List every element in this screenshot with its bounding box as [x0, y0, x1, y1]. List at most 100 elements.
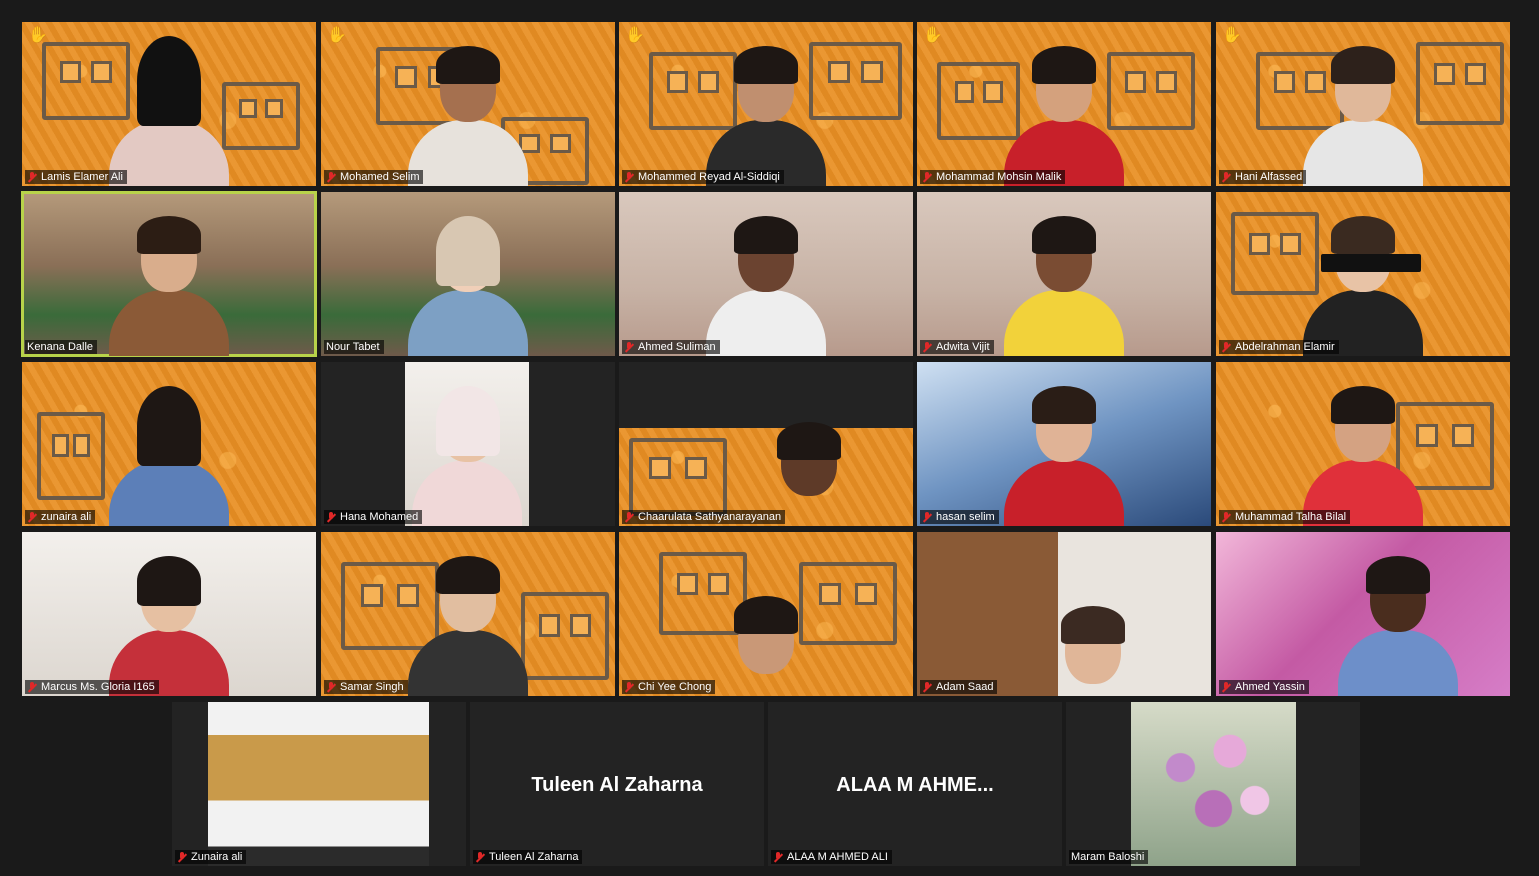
participant-video — [1298, 206, 1428, 356]
video-tile[interactable]: Marcus Ms. Gloria I165 — [22, 532, 316, 696]
participant-video — [1298, 36, 1428, 186]
mic-muted-icon — [922, 681, 932, 693]
video-tile[interactable]: Chaarulata Sathyanarayanan — [619, 362, 913, 526]
video-tile[interactable]: ✋ Mohamed Selim — [321, 22, 615, 186]
participant-video — [405, 362, 529, 526]
video-tile[interactable]: Maram Baloshi — [1066, 702, 1360, 866]
video-tile[interactable]: ✋ Lamis Elamer Ali — [22, 22, 316, 186]
mic-muted-icon — [922, 171, 932, 183]
participant-name: Tuleen Al Zaharna — [473, 850, 583, 864]
participant-name: Adwita Vijit — [920, 340, 994, 354]
raised-hand-icon: ✋ — [1222, 27, 1242, 44]
mic-muted-icon — [624, 511, 634, 523]
video-off-name: Tuleen Al Zaharna — [531, 774, 703, 796]
mic-muted-icon — [27, 681, 37, 693]
raised-hand-icon: ✋ — [327, 27, 347, 44]
video-tile[interactable]: ALAA M AHME... ALAA M AHMED ALI — [768, 702, 1062, 866]
raised-hand-icon: ✋ — [28, 27, 48, 44]
video-tile-active-speaker[interactable]: Kenana Dalle — [21, 191, 317, 357]
participant-name: zunaira ali — [25, 510, 96, 524]
participant-name: Ahmed Yassin — [1219, 680, 1309, 694]
participant-name: Mohammed Reyad Al-Siddiqi — [622, 170, 784, 184]
mic-muted-icon — [1221, 511, 1231, 523]
video-tile[interactable]: Adwita Vijit — [917, 192, 1211, 356]
mic-muted-icon — [1221, 171, 1231, 183]
participant-video — [403, 36, 533, 186]
participant-video — [701, 596, 831, 696]
video-tile[interactable]: ✋ Mohammad Mohsin Malik — [917, 22, 1211, 186]
raised-hand-icon: ✋ — [625, 27, 645, 44]
participant-video — [999, 36, 1129, 186]
pixel-sunglasses — [1321, 254, 1421, 272]
video-tile[interactable]: Abdelrahman Elamir — [1216, 192, 1510, 356]
video-tile[interactable]: zunaira ali — [22, 362, 316, 526]
participant-video — [1333, 546, 1463, 696]
participant-video — [403, 546, 533, 696]
mic-muted-icon — [475, 851, 485, 863]
mic-muted-icon — [326, 511, 336, 523]
video-gallery: ✋ Lamis Elamer Ali ✋ Mohamed Selim ✋ Moh… — [0, 0, 1539, 876]
mic-muted-icon — [624, 341, 634, 353]
participant-name: Mohammad Mohsin Malik — [920, 170, 1066, 184]
participant-name: Kenana Dalle — [25, 340, 98, 354]
video-tile[interactable]: hasan selim — [917, 362, 1211, 526]
mic-muted-icon — [624, 171, 634, 183]
participant-name: Adam Saad — [920, 680, 998, 694]
mic-muted-icon — [326, 681, 336, 693]
participant-video — [1028, 596, 1158, 696]
mic-muted-icon — [326, 171, 336, 183]
video-tile[interactable]: Ahmed Yassin — [1216, 532, 1510, 696]
background-robot — [521, 592, 609, 680]
video-tile[interactable]: Tuleen Al Zaharna Tuleen Al Zaharna — [470, 702, 764, 866]
video-tile[interactable]: ✋ Hani Alfassed — [1216, 22, 1510, 186]
participant-name: Marcus Ms. Gloria I165 — [25, 680, 159, 694]
mic-muted-icon — [922, 511, 932, 523]
background-robot — [1416, 42, 1504, 125]
mic-muted-icon — [624, 681, 634, 693]
mic-muted-icon — [27, 511, 37, 523]
participant-video — [104, 36, 234, 186]
participant-name: Abdelrahman Elamir — [1219, 340, 1339, 354]
video-tile[interactable]: Nour Tabet — [321, 192, 615, 356]
video-tile[interactable]: Hana Mohamed — [321, 362, 615, 526]
video-tile[interactable]: Adam Saad — [917, 532, 1211, 696]
mic-muted-icon — [177, 851, 187, 863]
mic-muted-icon — [1221, 681, 1231, 693]
participant-name: Zunaira ali — [175, 850, 247, 864]
video-tile[interactable]: Muhammad Talha Bilal — [1216, 362, 1510, 526]
participant-name: Mohamed Selim — [324, 170, 424, 184]
video-tile[interactable]: Ahmed Suliman — [619, 192, 913, 356]
video-tile[interactable]: ✋ Mohammed Reyad Al-Siddiqi — [619, 22, 913, 186]
participant-video — [104, 376, 234, 526]
mic-muted-icon — [922, 341, 932, 353]
participant-video — [1298, 376, 1428, 526]
participant-name: Chaarulata Sathyanarayanan — [622, 510, 786, 524]
video-tile[interactable]: Samar Singh — [321, 532, 615, 696]
participant-video — [104, 206, 234, 356]
participant-name: ALAA M AHMED ALI — [771, 850, 892, 864]
participant-name: Hana Mohamed — [324, 510, 423, 524]
participant-video — [701, 206, 831, 356]
participant-video — [999, 206, 1129, 356]
participant-name: Nour Tabet — [324, 340, 384, 354]
mic-muted-icon — [27, 171, 37, 183]
participant-name: Lamis Elamer Ali — [25, 170, 127, 184]
participant-video — [403, 206, 533, 356]
video-tile[interactable]: Zunaira ali — [172, 702, 466, 866]
participant-name: Hani Alfassed — [1219, 170, 1307, 184]
participant-name: Chi Yee Chong — [622, 680, 716, 694]
participant-video — [999, 376, 1129, 526]
video-off-name: ALAA M AHME... — [836, 774, 994, 796]
mic-muted-icon — [773, 851, 783, 863]
participant-video — [701, 36, 831, 186]
participant-video — [104, 546, 234, 696]
participant-name: Muhammad Talha Bilal — [1219, 510, 1351, 524]
participant-name: Maram Baloshi — [1069, 850, 1149, 864]
participant-name: Ahmed Suliman — [622, 340, 720, 354]
background-robot — [37, 412, 105, 500]
participant-name: Samar Singh — [324, 680, 408, 694]
video-tile[interactable]: Chi Yee Chong — [619, 532, 913, 696]
participant-video — [208, 702, 429, 866]
mic-muted-icon — [1221, 341, 1231, 353]
raised-hand-icon: ✋ — [923, 27, 943, 44]
